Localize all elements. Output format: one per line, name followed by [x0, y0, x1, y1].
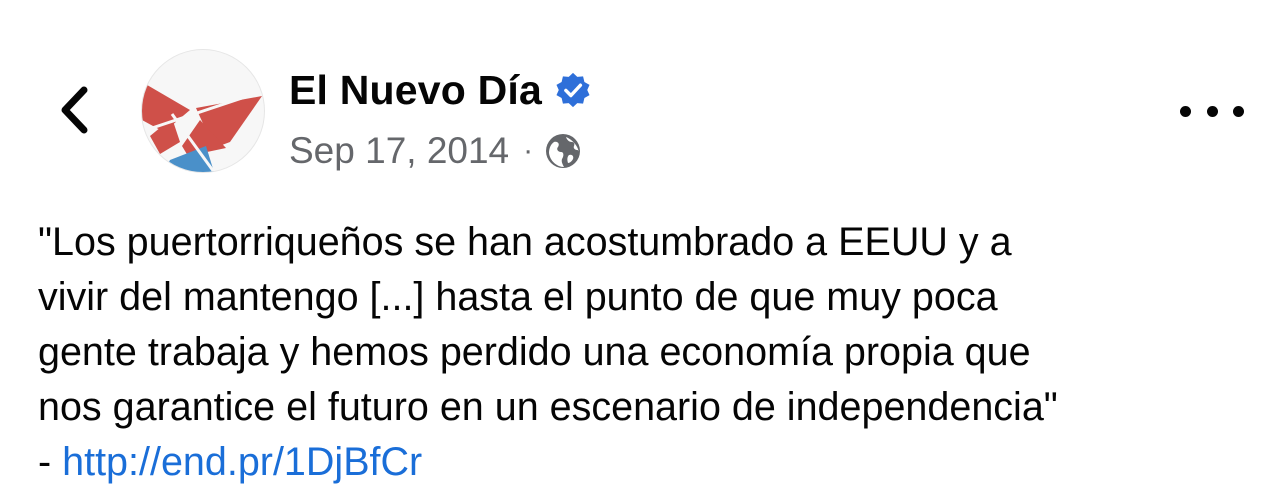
- name-row: El Nuevo Día: [289, 60, 592, 120]
- verified-badge-icon: [556, 72, 590, 108]
- el-nuevo-dia-logo: [142, 78, 264, 172]
- post-link[interactable]: http://end.pr/1DjBfCr: [62, 440, 422, 484]
- post-text-line: vivir del mantengo [...] hasta el punto …: [38, 275, 998, 319]
- post-text-line: "Los puertorriqueños se han acostumbrado…: [38, 220, 1012, 264]
- post-text-line: gente trabaja y hemos perdido una econom…: [38, 330, 1031, 374]
- more-horizontal-icon-dot-2: [1206, 105, 1218, 117]
- more-horizontal-icon-dot-1: [1180, 105, 1191, 117]
- meta-row: Sep 17, 2014 ·: [289, 121, 592, 181]
- more-horizontal-icon-dot-3: [1233, 105, 1244, 117]
- back-button[interactable]: [44, 78, 104, 142]
- post-container: El Nuevo Día Sep 17, 2014 · "Los puertor…: [0, 0, 1284, 497]
- post-text: "Los puertorriqueños se han acostumbrado…: [38, 215, 1258, 490]
- post-date[interactable]: Sep 17, 2014: [289, 130, 509, 172]
- post-header: El Nuevo Día Sep 17, 2014 ·: [289, 60, 592, 181]
- chevron-left-icon: [61, 86, 88, 134]
- post-text-line: nos garantice el futuro en un escenario …: [38, 385, 1058, 429]
- page-name[interactable]: El Nuevo Día: [289, 67, 542, 114]
- more-options-button[interactable]: [1180, 96, 1244, 126]
- avatar[interactable]: [142, 50, 264, 172]
- post-link-line: - http://end.pr/1DjBfCr: [38, 435, 1258, 490]
- globe-icon: [546, 134, 581, 168]
- meta-separator: ·: [523, 134, 534, 167]
- link-prefix: -: [38, 440, 63, 484]
